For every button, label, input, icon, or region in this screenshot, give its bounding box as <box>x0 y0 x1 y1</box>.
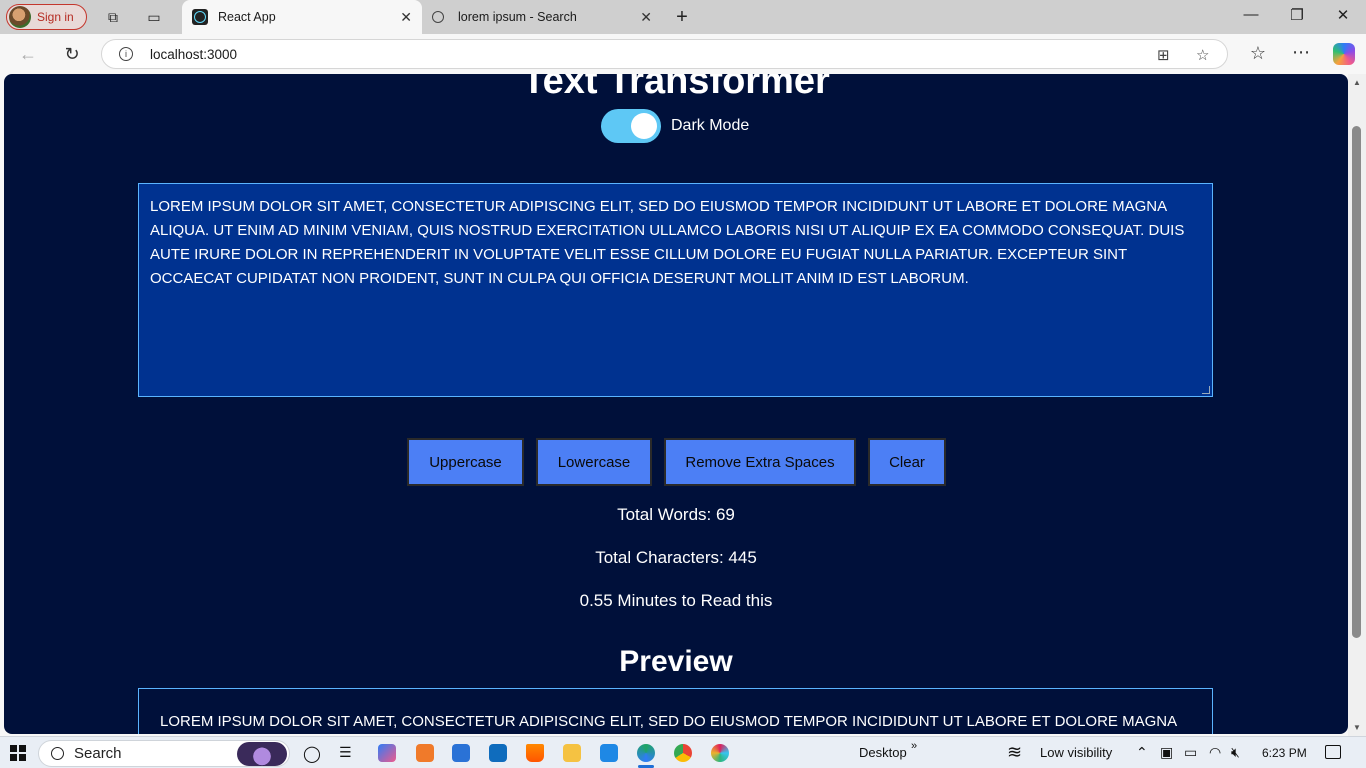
slack-icon[interactable] <box>711 744 729 762</box>
remove-extra-spaces-button[interactable]: Remove Extra Spaces <box>664 438 856 486</box>
scroll-down-icon[interactable]: ▼ <box>1353 723 1361 732</box>
outlook-icon[interactable] <box>489 744 507 762</box>
browser-tab-bar: Sign in ⧉ ▭ React App ✕ lorem ipsum - Se… <box>0 0 1366 34</box>
windows-taskbar: Search ◯ ☰ Desktop » ≋ Low visibility ⌃ … <box>0 736 1366 768</box>
task-view-icon[interactable]: ◯ <box>303 744 321 764</box>
react-app-page: Text Transformer Dark Mode LOREM IPSUM D… <box>4 74 1348 734</box>
resize-handle-icon[interactable] <box>1202 386 1210 394</box>
close-tab-icon[interactable]: ✕ <box>640 9 652 26</box>
back-icon[interactable]: ← <box>17 44 39 64</box>
total-words: Total Words: 69 <box>617 505 735 524</box>
tab-actions-icon[interactable]: ▭ <box>145 8 163 26</box>
toggle-knob <box>631 113 657 139</box>
more-menu-icon[interactable]: ⋯ <box>1290 42 1312 62</box>
app-available-icon[interactable]: ⊞ <box>1157 46 1170 64</box>
minimize-icon[interactable]: — <box>1239 6 1263 23</box>
volume-muted-icon[interactable]: 🔇︎ <box>1231 744 1240 761</box>
tab-lorem-search[interactable]: lorem ipsum - Search ✕ <box>422 0 662 34</box>
vscode-icon[interactable] <box>600 744 618 762</box>
taskbar-search-label: Search <box>74 745 122 762</box>
chevron-double-right-icon[interactable]: » <box>911 740 917 752</box>
tab-react-app[interactable]: React App ✕ <box>182 0 422 34</box>
dark-mode-toggle[interactable] <box>601 109 661 143</box>
tab-label: lorem ipsum - Search <box>458 10 577 24</box>
vlc-icon[interactable] <box>526 744 544 762</box>
sign-in-label: Sign in <box>37 10 74 24</box>
action-buttons: Uppercase Lowercase Remove Extra Spaces … <box>407 438 946 486</box>
close-tab-icon[interactable]: ✕ <box>400 9 412 26</box>
read-time: 0.55 Minutes to Read this <box>579 591 773 610</box>
uppercase-button[interactable]: Uppercase <box>407 438 524 486</box>
close-window-icon[interactable]: ✕ <box>1331 6 1355 24</box>
lowercase-button[interactable]: Lowercase <box>536 438 652 486</box>
widgets-icon[interactable]: ☰ <box>339 744 352 761</box>
search-highlight-image <box>237 742 287 766</box>
favorites-icon[interactable]: ☆ <box>1247 43 1269 63</box>
restore-icon[interactable]: ❐ <box>1285 6 1309 24</box>
dark-mode-label: Dark Mode <box>671 117 750 134</box>
clock[interactable]: 6:23 PM <box>1262 746 1307 760</box>
browser-address-bar: ← ↻ i localhost:3000 ⊞ ☆ ☆ ⋯ <box>0 34 1366 74</box>
total-characters: Total Characters: 445 <box>595 548 757 567</box>
copilot-app-icon[interactable] <box>378 744 396 762</box>
dark-mode-switch[interactable]: Dark Mode <box>601 109 749 143</box>
file-explorer-icon[interactable] <box>563 744 581 762</box>
chevron-up-icon[interactable]: ⌃ <box>1136 744 1148 761</box>
scroll-up-icon[interactable]: ▲ <box>1353 78 1361 87</box>
chrome-icon[interactable] <box>674 744 692 762</box>
url-field[interactable]: i localhost:3000 ⊞ ☆ <box>101 39 1228 69</box>
textarea-value: LOREM IPSUM DOLOR SIT AMET, CONSECTETUR … <box>150 198 1185 287</box>
windows-start-icon[interactable] <box>10 745 26 761</box>
react-icon <box>192 9 208 25</box>
preview-box: LOREM IPSUM DOLOR SIT AMET, CONSECTETUR … <box>138 688 1213 734</box>
edge-icon[interactable] <box>637 744 655 762</box>
wifi-icon[interactable]: ◠ <box>1209 744 1221 761</box>
page-scrollbar[interactable]: ▲ ▼ <box>1348 74 1366 736</box>
fog-weather-icon: ≋ <box>1007 742 1023 762</box>
page-viewport: Text Transformer Dark Mode LOREM IPSUM D… <box>0 74 1366 736</box>
search-icon <box>51 747 64 760</box>
preview-heading: Preview <box>619 645 733 678</box>
profile-avatar <box>9 6 31 28</box>
weather-label[interactable]: Low visibility <box>1040 745 1112 760</box>
sign-in-button[interactable]: Sign in <box>6 4 87 30</box>
tab-label: React App <box>218 10 276 24</box>
xampp-icon[interactable] <box>416 744 434 762</box>
taskbar-search[interactable]: Search <box>38 740 290 767</box>
clear-button[interactable]: Clear <box>868 438 946 486</box>
preview-text: LOREM IPSUM DOLOR SIT AMET, CONSECTETUR … <box>160 713 1178 730</box>
site-info-icon[interactable]: i <box>119 47 133 61</box>
desktop-label[interactable]: Desktop <box>859 745 907 760</box>
notifications-icon[interactable] <box>1325 745 1341 759</box>
search-icon <box>432 11 444 23</box>
text-input-area[interactable]: LOREM IPSUM DOLOR SIT AMET, CONSECTETUR … <box>138 183 1213 397</box>
refresh-icon[interactable]: ↻ <box>61 44 83 64</box>
workspaces-icon[interactable]: ⧉ <box>104 8 122 26</box>
copilot-icon[interactable] <box>1333 43 1355 65</box>
scroll-thumb[interactable] <box>1352 126 1361 638</box>
favorite-star-icon[interactable]: ☆ <box>1196 46 1209 64</box>
new-tab-icon[interactable]: + <box>673 6 691 28</box>
meet-now-icon[interactable]: ▣ <box>1160 744 1173 761</box>
page-title: Text Transformer <box>522 74 830 102</box>
url-text: localhost:3000 <box>150 46 238 62</box>
battery-icon[interactable]: ▭ <box>1184 744 1197 761</box>
store-icon[interactable] <box>452 744 470 762</box>
